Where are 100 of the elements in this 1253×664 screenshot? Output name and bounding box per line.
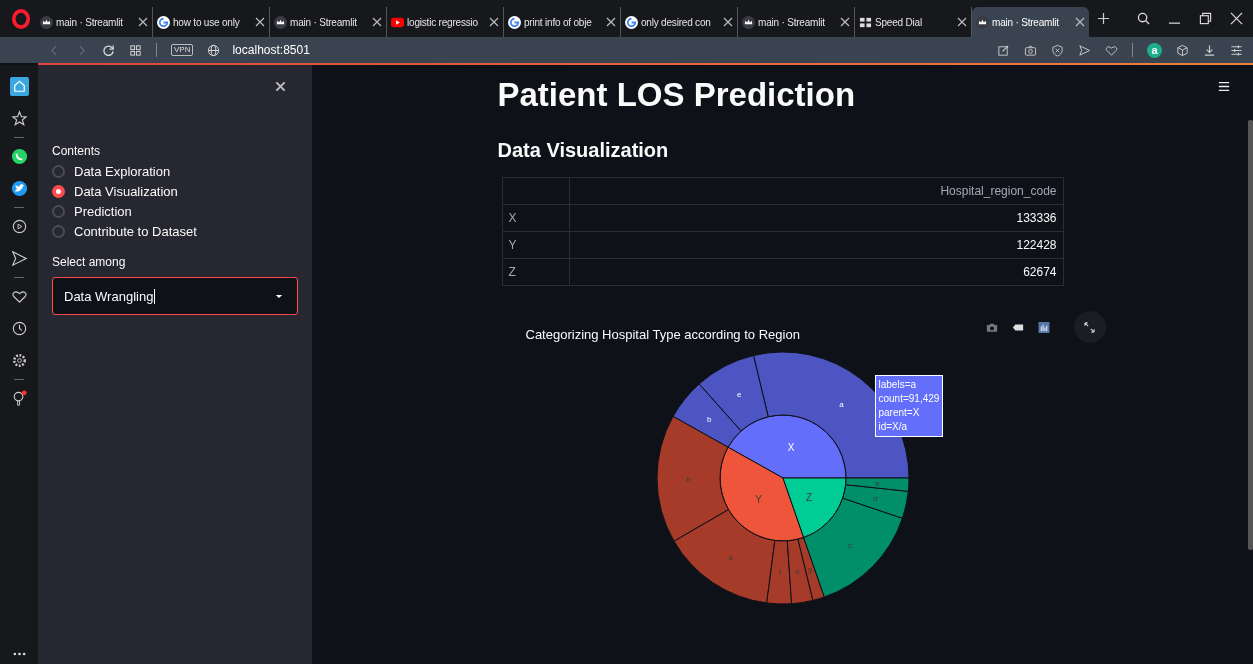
table-cell: 122428 (569, 231, 1063, 259)
close-icon[interactable] (1075, 17, 1085, 27)
cube-icon[interactable] (1176, 43, 1189, 57)
google-icon (508, 15, 521, 29)
bird-icon[interactable] (9, 179, 29, 198)
close-icon[interactable] (489, 17, 499, 27)
radio-label: Data Visualization (74, 184, 178, 199)
close-icon[interactable] (275, 81, 286, 92)
tab-title: how to use only (173, 16, 241, 28)
send-icon[interactable] (1078, 43, 1091, 57)
table-cell: 133336 (569, 204, 1063, 232)
camera-icon[interactable] (985, 321, 998, 333)
download-icon[interactable] (1203, 43, 1216, 57)
radio-label: Data Exploration (74, 164, 171, 179)
crown-icon (40, 15, 53, 29)
tab-title: print info of obje (524, 16, 593, 28)
radio-option[interactable]: Contribute to Dataset (52, 224, 197, 239)
address-field[interactable]: localhost:8501 (232, 43, 310, 57)
bar-chart-icon[interactable] (1037, 321, 1050, 333)
radio-button[interactable] (52, 205, 65, 218)
close-icon[interactable] (372, 17, 382, 27)
close-icon[interactable] (1230, 12, 1243, 25)
field-label: Select among (52, 255, 127, 269)
tab-title: main · Streamlit (56, 16, 124, 28)
slice-label: g (807, 564, 812, 574)
slice-label: Z (805, 491, 812, 503)
tooltip-line: parent=X (878, 406, 921, 420)
tooltip-line: id=X/a (878, 420, 909, 434)
globe-icon (207, 43, 221, 57)
close-icon[interactable] (840, 17, 850, 27)
tab-title: logistic regressio (407, 16, 479, 28)
close-icon[interactable] (255, 17, 265, 27)
google-icon (157, 15, 170, 29)
chat-icon[interactable] (9, 147, 29, 166)
select-field[interactable]: Data Wrangling (52, 277, 298, 315)
camera-icon[interactable] (1024, 43, 1037, 57)
play-icon (391, 15, 404, 29)
sunburst-slice[interactable] (656, 415, 729, 542)
vpn-badge[interactable]: VPN (171, 44, 194, 56)
slice-label: d (794, 567, 800, 577)
close-icon[interactable] (957, 17, 967, 27)
edit-icon[interactable] (997, 43, 1010, 57)
tab-title: main · Streamlit (992, 16, 1060, 28)
tab-title: main · Streamlit (758, 16, 826, 28)
slice-label: b (706, 414, 712, 424)
plus-icon[interactable] (1097, 12, 1110, 25)
radio-option[interactable]: Data Exploration (52, 164, 171, 179)
tooltip-line: labels=a (878, 378, 918, 392)
more-icon[interactable] (12, 652, 26, 656)
column-header: Hospital_region_code (569, 177, 1063, 205)
tabs-grid-icon[interactable] (129, 43, 142, 57)
home-icon[interactable] (9, 77, 29, 96)
row-index: Y (502, 231, 569, 259)
section-label: Contents (52, 144, 102, 158)
grid-icon (859, 15, 872, 29)
send-icon[interactable] (9, 249, 29, 268)
browser-tab[interactable]: main · Streamlit (972, 7, 1089, 37)
slice-label: a (727, 552, 733, 562)
restore-icon[interactable] (1199, 12, 1212, 25)
menu-icon[interactable] (1218, 81, 1230, 92)
reload-icon[interactable] (102, 43, 115, 57)
slice-label: Y (754, 493, 762, 505)
close-icon[interactable] (723, 17, 733, 27)
dropdown-icon (275, 293, 283, 299)
radio-button[interactable] (52, 165, 65, 178)
slice-label: c (847, 540, 852, 550)
slice-label: X (787, 442, 794, 454)
radio-button[interactable] (52, 185, 65, 198)
radio-label: Contribute to Dataset (74, 224, 197, 239)
sunburst-slice[interactable] (782, 477, 846, 538)
radio-button[interactable] (52, 225, 65, 238)
crown-icon (742, 15, 755, 29)
tab-title: Speed Dial (875, 16, 923, 28)
expand-button[interactable] (1073, 311, 1106, 343)
slice-label: e (874, 479, 880, 488)
tooltip-line: count=91,429 (878, 392, 940, 406)
row-index: Z (502, 258, 569, 286)
shield-icon[interactable] (1051, 43, 1064, 57)
slice-label: a (838, 399, 844, 409)
row-index: X (502, 204, 569, 232)
section-heading: Data Visualization (497, 138, 670, 163)
slice-label: b (685, 474, 691, 484)
page-title: Patient LOS Prediction (497, 75, 857, 115)
star-icon[interactable] (9, 109, 29, 128)
radio-option[interactable]: Prediction (52, 204, 132, 219)
tab-title: only desired con (641, 16, 712, 28)
crown-icon (274, 15, 287, 29)
table-cell: 62674 (569, 258, 1063, 286)
radio-option[interactable]: Data Visualization (52, 184, 178, 199)
google-icon (625, 15, 638, 29)
tab-title: main · Streamlit (290, 16, 358, 28)
close-icon[interactable] (606, 17, 616, 27)
browser-logo-icon[interactable] (12, 8, 30, 29)
slice-label: d (872, 494, 878, 504)
crown-icon (976, 15, 989, 29)
search-icon[interactable] (1137, 12, 1150, 25)
table-header-cell (502, 177, 569, 205)
expand-icon (1084, 321, 1095, 333)
sliders-icon[interactable] (1230, 43, 1243, 57)
close-icon[interactable] (138, 17, 148, 27)
